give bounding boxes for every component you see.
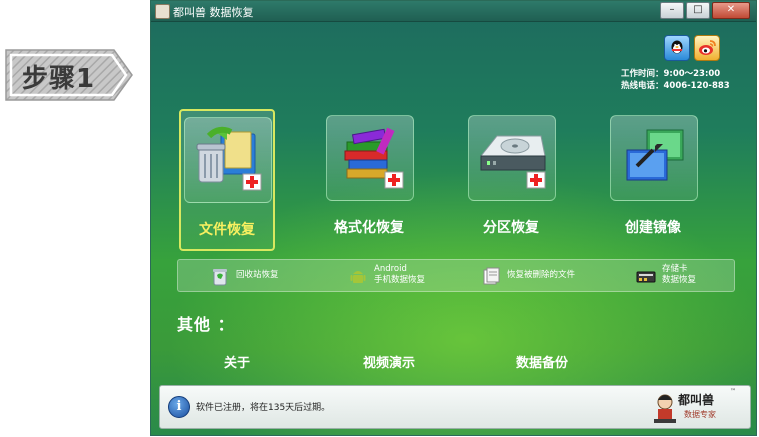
recycle-folder-icon <box>196 126 262 191</box>
video-demo-link[interactable]: 视频演示 <box>363 352 415 371</box>
sub-feature-bar: 回收站恢复 Android 手机数据恢复 恢复被删除的文件 存储卡 数据恢复 <box>177 259 735 292</box>
recycle-bin-icon <box>213 269 227 286</box>
sub-item-line1: Android <box>374 264 407 274</box>
sub-item-label: 恢复被删除的文件 <box>507 270 576 280</box>
minimize-icon: – <box>669 4 675 15</box>
sub-item-line2: 数据恢复 <box>662 275 697 285</box>
close-button[interactable]: ✕ <box>712 2 750 19</box>
app-window: 都叫兽 数据恢复 – □ ✕ 工作时间：9:00～23:00 热线电话：4006… <box>150 0 757 436</box>
sub-item-deleted-files[interactable]: 恢复被删除的文件 <box>481 264 601 288</box>
feature-format-recovery[interactable]: 格式化恢复 <box>321 109 417 251</box>
others-heading: 其他 ： <box>177 315 235 334</box>
data-backup-link[interactable]: 数据备份 <box>516 352 568 371</box>
info-icon: i <box>168 396 190 418</box>
feature-label: 创建镜像 <box>625 220 681 236</box>
sub-item-line2: 手机数据恢复 <box>374 275 426 285</box>
books-icon <box>344 127 404 189</box>
memory-card-icon <box>636 271 656 283</box>
qq-icon <box>671 40 683 54</box>
brand-subtitle: 数据专家 <box>684 410 716 419</box>
brand-name: 都叫兽 <box>678 393 715 407</box>
feature-icon-box <box>326 115 414 201</box>
step-badge: 步骤1 <box>2 44 136 106</box>
feature-icon-box <box>184 117 272 203</box>
registration-status: 软件已注册，将在135天后过期。 <box>196 403 331 413</box>
weibo-button[interactable] <box>694 35 720 61</box>
work-hours: 工作时间：9:00～23:00 <box>621 69 721 79</box>
image-copy-icon <box>626 129 684 181</box>
contact-info: 工作时间：9:00～23:00 热线电话：4006-120-883 <box>621 68 730 92</box>
step-label: 步骤1 <box>22 64 96 94</box>
brand-logo: 都叫兽 ™ 数据专家 <box>652 388 744 426</box>
sub-item-label: 回收站恢复 <box>236 270 279 280</box>
sub-item-recycle-bin[interactable]: 回收站恢复 <box>210 264 320 288</box>
close-icon: ✕ <box>726 4 736 15</box>
minimize-button[interactable]: – <box>660 2 684 19</box>
hotline: 热线电话：4006-120-883 <box>621 81 730 91</box>
maximize-button[interactable]: □ <box>686 2 710 19</box>
feature-partition-recovery[interactable]: 分区恢复 <box>463 109 559 251</box>
hard-drive-icon <box>479 135 546 189</box>
feature-label: 格式化恢复 <box>334 220 404 236</box>
sub-item-label: 存储卡 数据恢复 <box>662 264 696 286</box>
feature-label: 文件恢复 <box>199 222 255 238</box>
title-bar[interactable]: 都叫兽 数据恢复 – □ ✕ <box>151 1 756 22</box>
about-link[interactable]: 关于 <box>224 352 250 371</box>
feature-create-image[interactable]: 创建镜像 <box>605 109 701 251</box>
sub-item-label: Android 手机数据恢复 <box>374 264 425 286</box>
android-icon <box>350 271 366 283</box>
window-controls: – □ ✕ <box>658 2 750 19</box>
sub-item-line1: 存储卡 <box>662 264 688 274</box>
deleted-file-icon <box>483 267 500 285</box>
brand-trademark: ™ <box>730 388 736 395</box>
maximize-icon: □ <box>693 4 703 15</box>
feature-label: 分区恢复 <box>483 220 539 236</box>
sub-item-memory-card[interactable]: 存储卡 数据恢复 <box>636 264 726 288</box>
app-logo-icon <box>155 4 170 19</box>
feature-file-recovery[interactable]: 文件恢复 <box>179 109 275 251</box>
sub-item-android[interactable]: Android 手机数据恢复 <box>348 264 458 288</box>
feature-icon-box <box>610 115 698 201</box>
window-title: 都叫兽 数据恢复 <box>173 6 254 19</box>
qq-button[interactable] <box>664 35 690 61</box>
weibo-icon <box>699 40 716 55</box>
status-bar: i 软件已注册，将在135天后过期。 都叫兽 ™ 数据专家 <box>159 385 751 429</box>
feature-icon-box <box>468 115 556 201</box>
